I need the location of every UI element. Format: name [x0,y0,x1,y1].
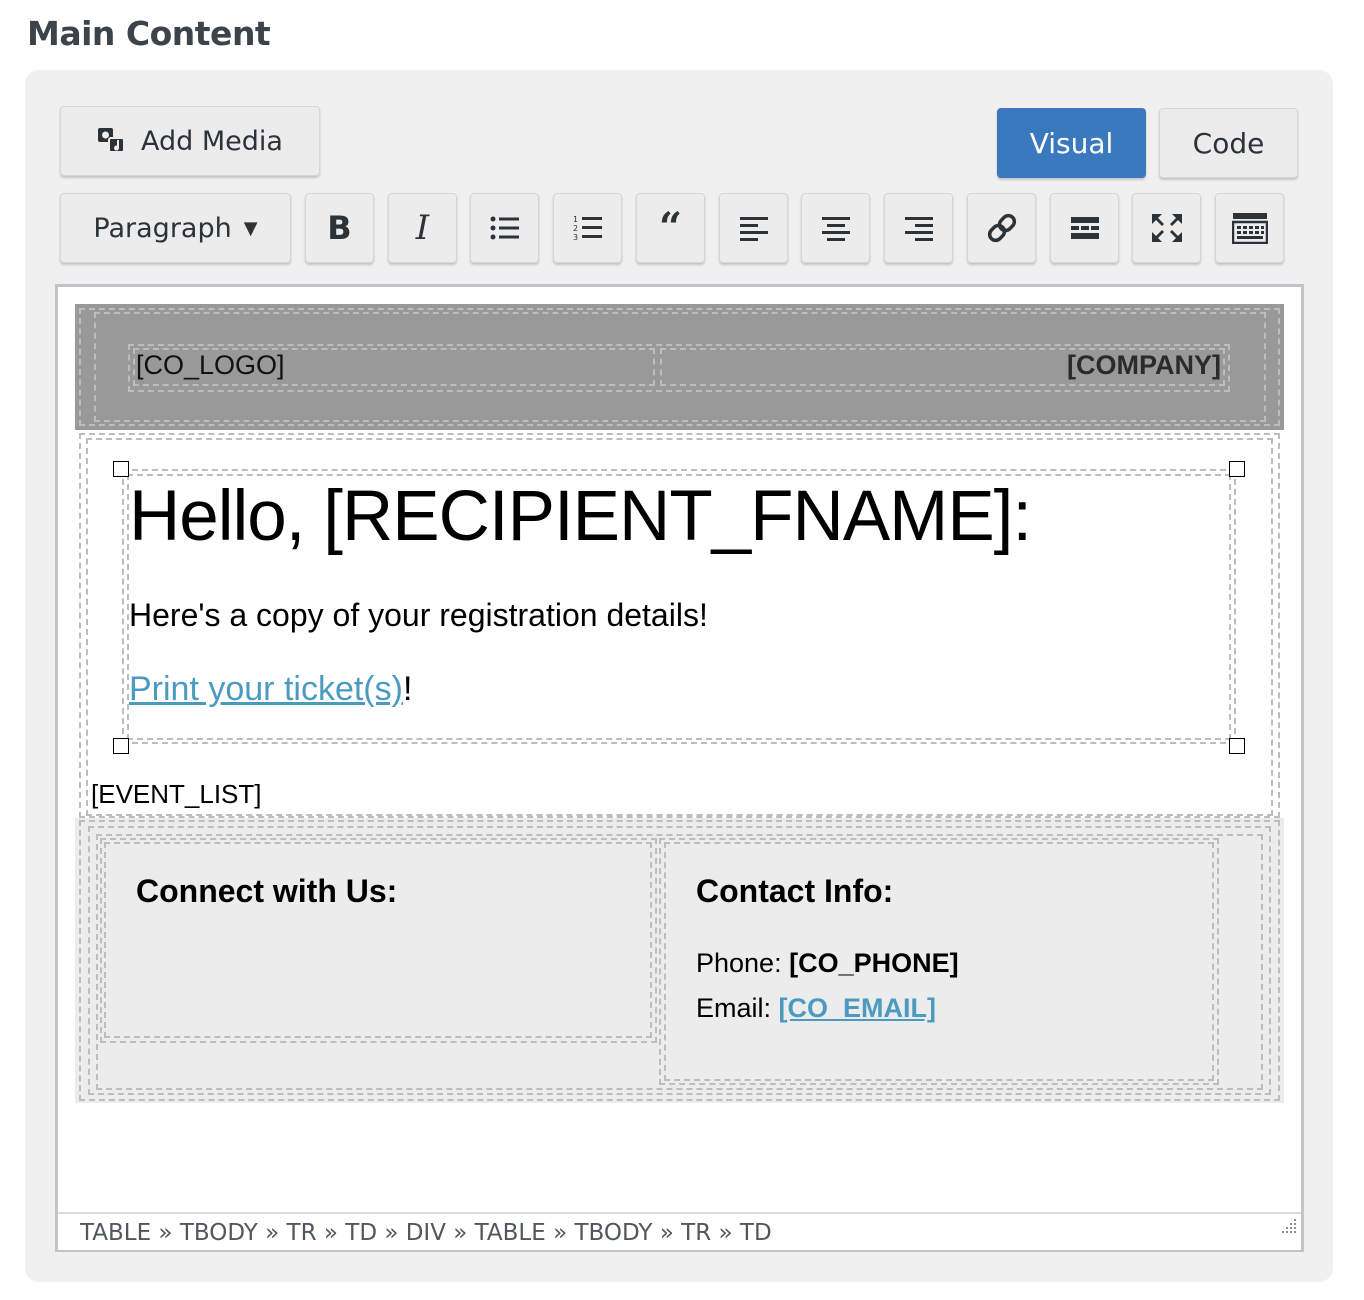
add-media-button[interactable]: Add Media [60,106,320,176]
numbered-list-button[interactable]: 1 2 3 [553,193,622,263]
email-link[interactable]: [CO_EMAIL] [779,993,937,1023]
numbered-list-icon: 1 2 3 [573,214,603,242]
align-center-button[interactable] [801,193,870,263]
blockquote-icon: “ [658,204,682,251]
email-label: Email: [696,993,779,1023]
company-name-placeholder[interactable]: [COMPANY] [1067,350,1221,381]
resize-grip-icon[interactable] [1279,1208,1297,1246]
resize-handle[interactable] [1229,461,1245,477]
event-list-placeholder[interactable]: [EVENT_LIST] [91,779,262,810]
section-title: Main Content [27,14,271,53]
read-more-icon [1070,215,1100,241]
svg-text:2: 2 [573,224,578,233]
read-more-button[interactable] [1050,193,1119,263]
link-icon [985,211,1019,245]
cell-outline [104,842,652,1038]
format-select-value: Paragraph [93,212,232,244]
element-path[interactable]: TABLE » TBODY » TR » TD » DIV » TABLE » … [80,1220,772,1246]
bulleted-list-button[interactable] [470,193,539,263]
svg-text:1: 1 [573,215,578,224]
print-ticket-line: Print your ticket(s)! [129,670,412,709]
resize-handle[interactable] [113,738,129,754]
phone-line: Phone: [CO_PHONE] [696,948,959,979]
bold-icon: B [327,209,352,247]
svg-text:3: 3 [573,233,578,242]
element-path-statusbar: TABLE » TBODY » TR » TD » DIV » TABLE » … [58,1212,1301,1250]
resize-handle[interactable] [1229,738,1245,754]
align-left-icon [739,215,769,241]
phone-label: Phone: [696,948,790,978]
italic-button[interactable]: I [388,193,457,263]
print-ticket-link[interactable]: Print your ticket(s) [129,670,403,708]
fullscreen-button[interactable] [1132,193,1201,263]
company-logo-placeholder[interactable]: [CO_LOGO] [136,350,285,381]
phone-value[interactable]: [CO_PHONE] [789,948,959,978]
resize-handle[interactable] [113,461,129,477]
align-center-icon [821,215,851,241]
toolbar-toggle-button[interactable] [1215,193,1284,263]
add-media-label: Add Media [141,125,283,157]
email-line: Email: [CO_EMAIL] [696,993,936,1024]
tab-code[interactable]: Code [1159,108,1298,178]
tab-visual[interactable]: Visual [997,108,1146,178]
align-right-icon [904,215,934,241]
italic-icon: I [415,208,430,248]
bulleted-list-icon [490,215,520,241]
link-button[interactable] [967,193,1036,263]
add-media-icon [97,125,131,157]
chevron-down-icon: ▼ [243,217,258,239]
connect-heading[interactable]: Connect with Us: [136,873,397,910]
print-ticket-suffix: ! [402,670,413,708]
align-left-button[interactable] [719,193,788,263]
align-right-button[interactable] [884,193,953,263]
toolbar-toggle-icon [1231,212,1268,244]
blockquote-button[interactable]: “ [636,193,705,263]
fullscreen-icon [1151,213,1183,243]
bold-button[interactable]: B [305,193,374,263]
format-select[interactable]: Paragraph ▼ [60,193,291,263]
intro-text[interactable]: Here's a copy of your registration detai… [129,597,708,634]
greeting-heading[interactable]: Hello, [RECIPIENT_FNAME]: [129,476,1032,557]
contact-heading[interactable]: Contact Info: [696,873,893,910]
